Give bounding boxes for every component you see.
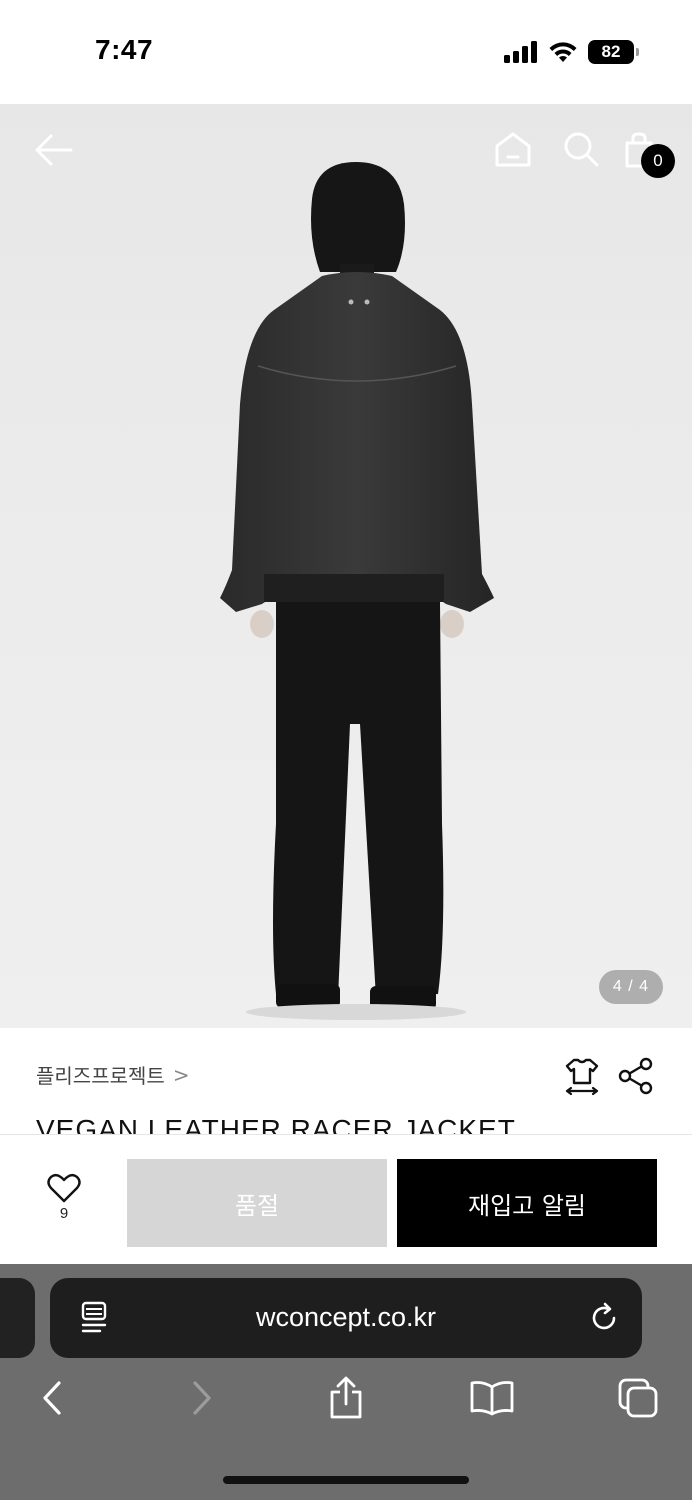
size-guide-button[interactable]	[562, 1056, 602, 1096]
previous-tab-preview[interactable]	[0, 1278, 35, 1358]
battery-icon: 82	[588, 40, 639, 64]
browser-toolbar: wconcept.co.kr	[0, 1264, 692, 1500]
url-text: wconcept.co.kr	[255, 1302, 437, 1332]
like-button[interactable]: 9	[36, 1173, 92, 1237]
address-bar[interactable]: wconcept.co.kr	[50, 1278, 642, 1358]
reload-button[interactable]	[586, 1300, 622, 1336]
status-icons: 82	[504, 38, 639, 66]
bookmarks-icon	[470, 1381, 514, 1416]
share-button[interactable]	[616, 1056, 656, 1096]
product-image[interactable]: 0 4 / 4	[0, 104, 692, 1028]
battery-level: 82	[601, 42, 621, 61]
cellular-signal-icon	[504, 41, 537, 63]
share-icon	[330, 1376, 362, 1419]
tabs-button[interactable]	[612, 1372, 664, 1424]
forward-icon	[193, 1381, 211, 1415]
heart-icon	[47, 1173, 81, 1203]
brand-name: 플리즈프로젝트	[36, 1064, 165, 1088]
browser-back-button[interactable]	[26, 1372, 78, 1424]
search-button[interactable]	[560, 128, 602, 170]
brand-link[interactable]: 플리즈프로젝트 >	[36, 1060, 190, 1089]
home-indicator	[223, 1476, 469, 1484]
tabs-icon	[618, 1378, 658, 1418]
cart-count-badge: 0	[641, 144, 675, 178]
arrow-left-icon	[35, 134, 73, 166]
like-count: 9	[59, 1205, 69, 1222]
bookmarks-button[interactable]	[466, 1372, 518, 1424]
status-time: 7:47	[95, 34, 154, 65]
product-title: VEGAN LEATHER RACER JACKET	[36, 1114, 516, 1134]
browser-forward-button[interactable]	[176, 1372, 228, 1424]
back-button[interactable]	[30, 130, 76, 170]
home-icon	[495, 132, 531, 167]
home-button[interactable]	[492, 128, 534, 170]
status-bar: 7:47 82	[0, 0, 692, 104]
soldout-button[interactable]: 품절	[127, 1159, 387, 1247]
search-icon	[564, 132, 599, 167]
size-guide-icon	[565, 1058, 599, 1096]
browser-share-button[interactable]	[320, 1372, 372, 1424]
restock-alert-button[interactable]: 재입고 알림	[397, 1159, 657, 1247]
product-photo	[220, 162, 494, 1020]
product-info: 플리즈프로젝트 > VEGAN LEATHER RACER JACKET	[0, 1028, 692, 1134]
cart-button[interactable]: 0	[620, 128, 675, 178]
chevron-right-icon: >	[172, 1062, 190, 1087]
image-counter: 4 / 4	[599, 970, 663, 1004]
share-icon	[618, 1057, 653, 1095]
back-icon	[43, 1381, 61, 1415]
wifi-icon	[549, 42, 577, 62]
reload-icon	[592, 1302, 616, 1330]
purchase-action-bar: 9 품절 재입고 알림	[0, 1134, 692, 1264]
